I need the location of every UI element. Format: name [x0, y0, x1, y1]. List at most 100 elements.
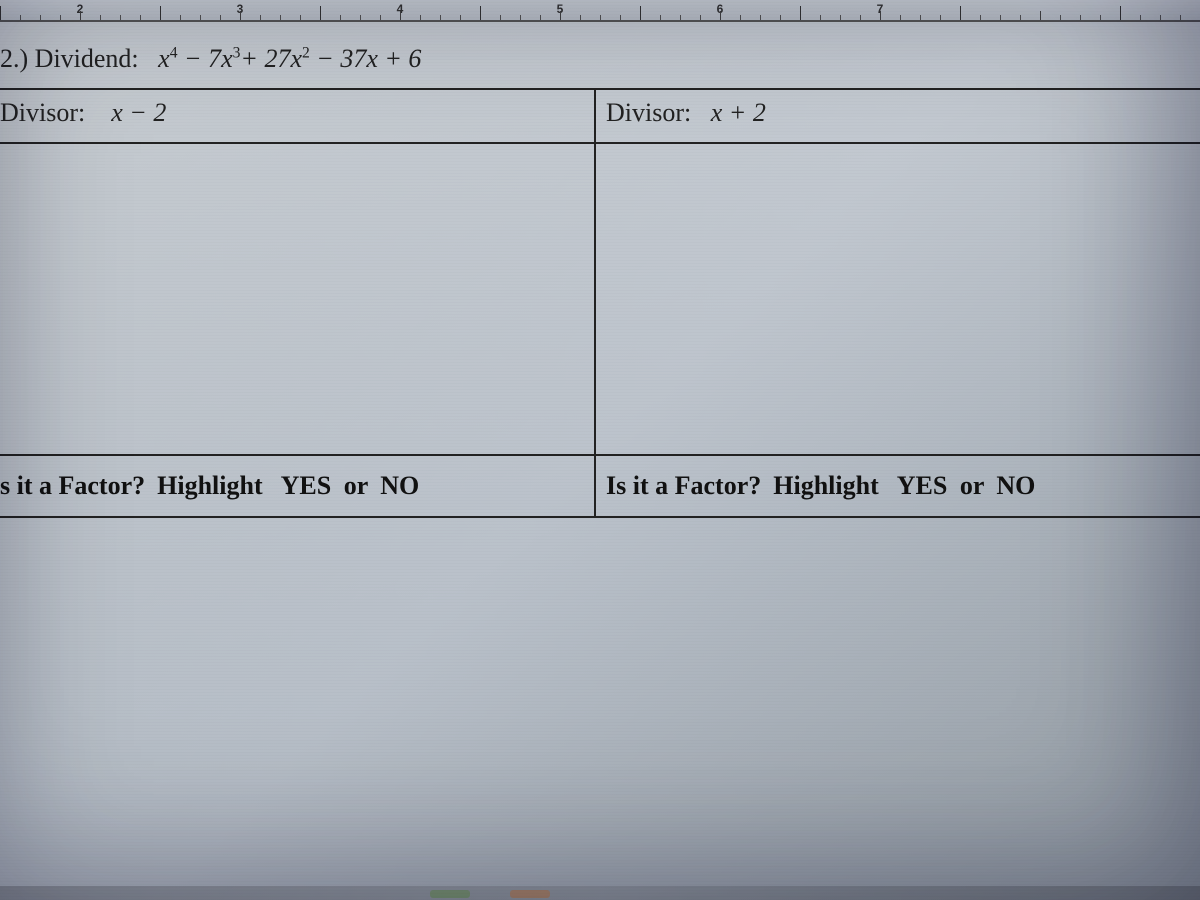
ruler-tick: [140, 15, 141, 20]
ruler-tick: [40, 15, 41, 20]
ruler-track: 234567: [0, 0, 1200, 20]
bottom-empty-area: [0, 518, 1200, 878]
ruler-tick: [400, 11, 401, 20]
taskbar-blob-1: [430, 890, 470, 898]
ruler-tick: [1020, 15, 1021, 20]
divisor-right-label: Divisor:: [606, 98, 691, 127]
ruler-tick: [220, 15, 221, 20]
ruler-tick: [920, 15, 921, 20]
document-page: 2.) Dividend: x4 − 7x3+ 27x2 − 37x + 6 D…: [0, 22, 1200, 900]
ruler-tick: [420, 15, 421, 20]
work-right-cell[interactable]: [594, 144, 1200, 454]
ruler-tick: [1000, 15, 1001, 20]
ruler-tick: [740, 15, 741, 20]
factor-row: s it a Factor? Highlight YES or NO Is it…: [0, 456, 1200, 518]
dividend-label: Dividend:: [35, 44, 139, 73]
term-minus37: − 37: [310, 44, 367, 73]
work-left-cell[interactable]: [0, 144, 594, 454]
ruler-tick: [360, 15, 361, 20]
ruler-tick: [380, 15, 381, 20]
ruler-tick: [120, 15, 121, 20]
term-x4: x4: [158, 44, 177, 73]
divisor-left-label: Divisor:: [0, 98, 85, 127]
ruler-tick: [300, 15, 301, 20]
ruler-tick: [760, 15, 761, 20]
ruler-tick: [800, 6, 801, 20]
ruler-tick: [500, 15, 501, 20]
work-row: [0, 144, 1200, 456]
term-x3: x3: [221, 44, 240, 73]
taskbar-blob-2: [510, 890, 550, 898]
ruler-tick: [60, 15, 61, 20]
ruler-tick: [260, 15, 261, 20]
factor-left-highlight: Highlight: [157, 471, 262, 501]
ruler-tick: [520, 15, 521, 20]
ruler-tick: [1120, 6, 1121, 20]
ruler-tick: [240, 11, 241, 20]
factor-right-highlight: Highlight: [773, 471, 878, 501]
ruler-tick: [160, 6, 161, 20]
ruler-tick: [180, 15, 181, 20]
dividend-polynomial: x4 − 7x3+ 27x2 − 37x + 6: [158, 44, 421, 73]
ruler-tick: [0, 6, 1, 20]
ruler-tick: [480, 6, 481, 20]
divisor-left-cell: Divisor: x − 2: [0, 90, 594, 142]
taskbar-blobs: [430, 890, 550, 898]
divisor-left-expr: x − 2: [111, 98, 166, 127]
ruler-tick: [1060, 15, 1061, 20]
factor-left-no[interactable]: NO: [380, 471, 419, 500]
factor-right-yes[interactable]: YES: [897, 471, 948, 500]
ruler-tick: [840, 15, 841, 20]
ruler-tick: [320, 6, 321, 20]
ruler-tick: [680, 15, 681, 20]
ruler-tick: [1180, 15, 1181, 20]
ruler-tick: [1040, 11, 1041, 20]
ruler-tick: [1160, 15, 1161, 20]
ruler-tick: [660, 15, 661, 20]
ruler-tick: [460, 15, 461, 20]
ruler-tick: [1100, 15, 1101, 20]
factor-right-question: Is it a Factor?: [606, 471, 761, 501]
term-x: x: [366, 44, 378, 73]
ruler-tick: [980, 15, 981, 20]
ruler-tick: [80, 11, 81, 20]
ruler-tick: [340, 15, 341, 20]
divisor-right-cell: Divisor: x + 2: [594, 90, 1200, 142]
ruler-tick: [1080, 15, 1081, 20]
term-minus7: − 7: [178, 44, 222, 73]
ruler-tick: [20, 15, 21, 20]
ruler-tick: [600, 15, 601, 20]
divisor-right-expr: x + 2: [711, 98, 766, 127]
ruler-tick: [700, 15, 701, 20]
dividend-row: 2.) Dividend: x4 − 7x3+ 27x2 − 37x + 6: [0, 22, 1200, 90]
ruler-tick: [780, 15, 781, 20]
problem-number: 2.): [0, 44, 28, 73]
factor-right-or: or: [960, 471, 984, 500]
term-plus6: + 6: [378, 44, 422, 73]
horizontal-ruler: 234567: [0, 0, 1200, 22]
ruler-tick: [900, 15, 901, 20]
divisor-row: Divisor: x − 2 Divisor: x + 2: [0, 90, 1200, 144]
ruler-tick: [540, 15, 541, 20]
factor-left-yes[interactable]: YES: [281, 471, 332, 500]
ruler-tick: [860, 15, 861, 20]
ruler-tick: [560, 11, 561, 20]
ruler-tick: [200, 15, 201, 20]
term-plus27: + 27: [240, 44, 290, 73]
factor-right-no[interactable]: NO: [996, 471, 1035, 500]
factor-left-question: s it a Factor?: [0, 471, 145, 501]
ruler-tick: [440, 15, 441, 20]
ruler-tick: [280, 15, 281, 20]
factor-left-or: or: [344, 471, 368, 500]
factor-right-cell: Is it a Factor? Highlight YES or NO: [594, 456, 1200, 516]
ruler-tick: [100, 15, 101, 20]
ruler-tick: [820, 15, 821, 20]
ruler-tick: [580, 15, 581, 20]
term-x2: x2: [290, 44, 309, 73]
ruler-tick: [1140, 15, 1141, 20]
ruler-tick: [640, 6, 641, 20]
taskbar-hint: [0, 886, 1200, 900]
ruler-tick: [720, 11, 721, 20]
ruler-tick: [940, 15, 941, 20]
ruler-tick: [620, 15, 621, 20]
